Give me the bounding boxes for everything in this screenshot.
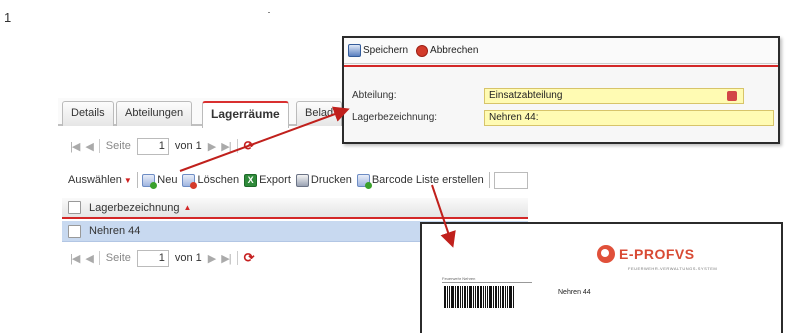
delete-document-icon: [182, 173, 198, 189]
page-input[interactable]: 1: [136, 249, 169, 267]
logo-mark-icon: [597, 245, 615, 263]
barcode-document-icon: [356, 173, 372, 189]
row-lagerbezeichnung: Nehren 44: [89, 225, 141, 237]
logo-subtitle: FEUERWEHR-VERWALTUNGS-SYSTEM: [628, 266, 718, 271]
barcode-icon: [444, 286, 534, 308]
decorative-dash: [268, 12, 270, 13]
cancel-icon: [416, 44, 429, 57]
barcode-label: Barcode Liste erstellen: [371, 174, 484, 186]
tab-beladung[interactable]: Belad: [296, 101, 343, 126]
edit-storage-room-popup: Speichern Abbrechen Abteilung: Einsatzab…: [342, 36, 780, 144]
printer-icon: [295, 173, 309, 187]
page-label: Seite: [105, 140, 131, 152]
tab-abteilungen[interactable]: Abteilungen: [116, 101, 193, 126]
delete-button[interactable]: Löschen: [182, 173, 240, 189]
new-label: Neu: [157, 174, 178, 186]
logo-text: E-PROFVS: [619, 246, 695, 262]
abteilung-value: Einsatzabteilung: [489, 90, 563, 101]
column-header-lagerbezeichnung[interactable]: Lagerbezeichnung: [89, 202, 180, 214]
separator: [98, 251, 100, 265]
page-count: von 1: [174, 252, 202, 264]
print-button[interactable]: Drucken: [295, 173, 352, 187]
divider: [344, 65, 778, 67]
cancel-button[interactable]: Abbrechen: [416, 44, 479, 57]
label-item-name: Nehren 44: [558, 289, 591, 296]
add-document-icon: [142, 173, 158, 189]
separator: [98, 139, 100, 153]
select-label: Auswählen: [68, 174, 122, 186]
new-button[interactable]: Neu: [142, 173, 178, 189]
next-page-icon[interactable]: ▶: [208, 140, 217, 153]
select-dropdown-button[interactable]: Auswählen ▼: [68, 174, 132, 186]
tab-details[interactable]: Details: [62, 101, 114, 126]
export-button[interactable]: X Export: [244, 173, 291, 187]
chevron-down-icon: ▼: [123, 175, 132, 185]
separator: [236, 139, 238, 153]
toolbar-input[interactable]: [494, 171, 528, 189]
floppy-disk-icon: [348, 44, 361, 57]
abteilung-label: Abteilung:: [352, 90, 397, 101]
barcode-list-button[interactable]: Barcode Liste erstellen: [356, 173, 484, 189]
lagerbezeichnung-label: Lagerbezeichnung:: [352, 112, 438, 123]
tab-lagerraeume[interactable]: Lagerräume: [202, 101, 289, 128]
logo: E-PROFVS: [597, 245, 695, 263]
separator: [236, 251, 238, 265]
label-org-text: Feuerwehr Nehren: [442, 276, 476, 281]
next-page-icon[interactable]: ▶: [208, 252, 217, 265]
page-count: von 1: [174, 140, 202, 152]
last-page-icon[interactable]: ▶|: [221, 252, 231, 265]
refresh-icon[interactable]: ⟳: [244, 138, 255, 154]
select-all-checkbox[interactable]: [68, 201, 81, 214]
barcode-label-preview: E-PROFVS FEUERWEHR-VERWALTUNGS-SYSTEM Fe…: [420, 222, 783, 333]
grid-toolbar: Auswählen ▼ Neu Löschen X Export Drucken…: [62, 166, 528, 194]
save-label: Speichern: [363, 45, 409, 56]
abteilung-select[interactable]: Einsatzabteilung: [484, 88, 744, 104]
step-number: 1: [4, 10, 12, 25]
export-label: Export: [259, 174, 291, 186]
separator: [136, 172, 138, 188]
cancel-label: Abbrechen: [430, 45, 479, 56]
first-page-icon[interactable]: |◀: [70, 140, 80, 153]
delete-label: Löschen: [197, 174, 240, 186]
save-button[interactable]: Speichern: [348, 44, 408, 57]
separator: [488, 172, 490, 188]
lagerbezeichnung-input[interactable]: Nehren 44:: [484, 110, 774, 126]
refresh-icon[interactable]: ⟳: [244, 250, 255, 266]
prev-page-icon[interactable]: ◀: [85, 140, 94, 153]
page-label: Seite: [105, 252, 131, 264]
last-page-icon[interactable]: ▶|: [221, 140, 231, 153]
row-checkbox[interactable]: [68, 224, 81, 238]
dropdown-arrow-icon[interactable]: [727, 91, 737, 101]
label-divider: [442, 282, 532, 283]
sort-ascending-icon: ▲: [183, 203, 192, 212]
excel-icon: X: [244, 173, 258, 187]
first-page-icon[interactable]: |◀: [70, 252, 80, 265]
prev-page-icon[interactable]: ◀: [85, 252, 94, 265]
grid-header[interactable]: Lagerbezeichnung ▲: [62, 198, 528, 219]
popup-toolbar: Speichern Abbrechen: [344, 38, 778, 64]
page-input[interactable]: 1: [136, 137, 169, 155]
print-label: Drucken: [310, 174, 352, 186]
